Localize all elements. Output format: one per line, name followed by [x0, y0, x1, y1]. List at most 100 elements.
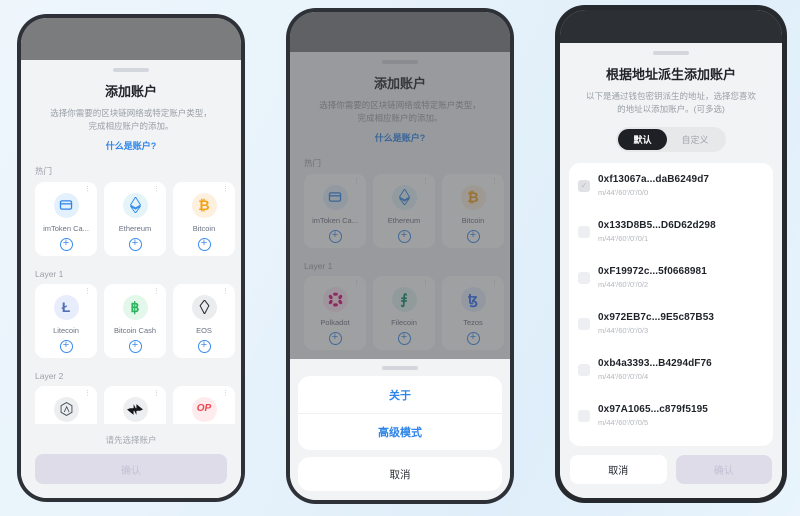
list-item[interactable]: 0xb4a3393...B4294dF76 m/44'/60'/0'/0/4 [569, 347, 773, 393]
checkbox-icon[interactable] [578, 225, 590, 238]
add-account-button[interactable]: + [128, 339, 142, 353]
action-sheet-grab-handle[interactable] [382, 366, 418, 370]
arbitrum-icon [53, 396, 79, 422]
add-account-button[interactable]: + [197, 237, 211, 251]
add-account-button[interactable]: + [128, 237, 142, 251]
address-hash: 0x97A1065...c879f5195 [598, 404, 708, 415]
more-options-icon[interactable]: ⋮ [84, 288, 91, 295]
optimism-icon: OP [191, 396, 217, 422]
checkbox-icon[interactable] [578, 317, 590, 330]
derivation-mode-switch: 默认 自定义 [560, 126, 782, 152]
chain-card-ethereum[interactable]: ⋮ Ethereum + [104, 181, 166, 256]
group-label-layer2: Layer 2 [35, 370, 64, 381]
segmented-control: 默认 自定义 [616, 126, 726, 152]
address-list[interactable]: ✓ 0xf13067a...daB6249d7 m/44'/60'/0'/0/0… [569, 162, 773, 446]
chain-card-imtoken[interactable]: ⋮ imToken Ca... + [35, 181, 97, 256]
chain-name: Bitcoin [192, 223, 216, 233]
eos-icon [191, 294, 217, 320]
confirm-button[interactable]: 确认 [675, 455, 772, 484]
chain-name: Ethereum [118, 223, 152, 233]
phone-mockup-3: 根据地址派生添加账户 以下是通过钱包密钥派生的地址，选择您喜欢的地址以添加账户。… [555, 5, 787, 503]
more-options-icon[interactable]: ⋮ [153, 288, 160, 295]
sheet-grab-handle[interactable] [113, 68, 149, 72]
segment-default[interactable]: 默认 [618, 128, 667, 150]
zksync-icon [122, 396, 148, 422]
derivation-path: m/44'/60'/0'/0/0 [598, 188, 649, 197]
more-options-icon[interactable]: ⋮ [222, 186, 229, 193]
phone1-sheet-footer: 请先选择账户 确认 [21, 424, 241, 498]
address-hash: 0x972EB7c...9E5c87B53 [598, 312, 715, 323]
action-sheet: 关于 高级模式 取消 [290, 359, 510, 500]
sheet-grab-handle[interactable] [653, 51, 689, 55]
chain-card-row-layer2: ⋮ Arbitrum + ⋮ zkSync [21, 385, 241, 424]
more-options-icon[interactable]: ⋮ [84, 186, 91, 193]
derivation-path: m/44'/60'/0'/0/2 [598, 280, 649, 289]
chain-card-row-layer1: ⋮ Ł Litecoin + ⋮ ฿ Bitcoin Cash + ⋮ EOS … [21, 283, 241, 358]
chain-name: imToken Ca... [43, 223, 89, 233]
checkbox-icon[interactable] [578, 271, 590, 284]
more-options-icon[interactable]: ⋮ [222, 288, 229, 295]
address-hash: 0xf13067a...daB6249d7 [598, 174, 710, 185]
more-options-icon[interactable]: ⋮ [153, 390, 160, 397]
list-item[interactable]: 0x97A1065...c879f5195 m/44'/60'/0'/0/5 [569, 393, 773, 439]
address-info: 0x97A1065...c879f5195 m/44'/60'/0'/0/5 [598, 404, 708, 427]
page-title: 添加账户 [104, 84, 157, 99]
chain-card-litecoin[interactable]: ⋮ Ł Litecoin + [35, 283, 97, 358]
list-item[interactable]: 0x133D8B5...D6D62d298 m/44'/60'/0'/0/1 [569, 209, 773, 255]
list-item[interactable]: 0xF19972c...5f0668981 m/44'/60'/0'/0/2 [569, 255, 773, 301]
phone3-derive-account-sheet: 根据地址派生添加账户 以下是通过钱包密钥派生的地址，选择您喜欢的地址以添加账户。… [560, 43, 782, 498]
cancel-button[interactable]: 取消 [570, 455, 667, 484]
list-item[interactable]: ✓ 0xf13067a...daB6249d7 m/44'/60'/0'/0/0 [569, 163, 773, 209]
confirm-button[interactable]: 确认 [35, 454, 227, 484]
address-info: 0x133D8B5...D6D62d298 m/44'/60'/0'/0/1 [598, 220, 716, 243]
action-sheet-cancel-button[interactable]: 取消 [298, 457, 502, 491]
phone-mockup-2: 添加账户 选择你需要的区块链网络或特定账户类型，完成相应账户的添加。 什么是账户… [286, 8, 514, 504]
more-options-icon[interactable]: ⋮ [153, 186, 160, 193]
action-sheet-item-advanced-mode[interactable]: 高级模式 [298, 413, 502, 450]
phone1-chain-scroll[interactable]: 热门 ⋮ imToken Ca... + ⋮ Ethereum + ⋮ ₿ Bi… [21, 152, 241, 424]
checkbox-icon[interactable] [578, 409, 590, 422]
group-label-hot: 热门 [35, 165, 53, 176]
select-account-hint: 请先选择账户 [105, 435, 157, 445]
derivation-path: m/44'/60'/0'/0/4 [598, 372, 649, 381]
phone1-dimmed-backdrop [21, 18, 241, 60]
chain-card-arbitrum[interactable]: ⋮ Arbitrum + [35, 385, 97, 424]
what-is-account-link[interactable]: 什么是账户? [21, 139, 241, 152]
chain-name: EOS [196, 325, 212, 335]
action-sheet-options: 关于 高级模式 [298, 376, 502, 450]
add-account-button[interactable]: + [197, 339, 211, 353]
address-hash: 0xb4a3393...B4294dF76 [598, 358, 712, 369]
page-subtitle: 选择你需要的区块链网络或特定账户类型，完成相应账户的添加。 [50, 108, 212, 131]
ethereum-icon [122, 192, 148, 218]
chain-name: Litecoin [53, 325, 79, 335]
address-hash: 0xF19972c...5f0668981 [598, 266, 707, 277]
address-info: 0xF19972c...5f0668981 m/44'/60'/0'/0/2 [598, 266, 707, 289]
more-options-icon[interactable]: ⋮ [84, 390, 91, 397]
action-sheet-item-about[interactable]: 关于 [298, 376, 502, 413]
list-item[interactable]: 0x972EB7c...9E5c87B53 m/44'/60'/0'/0/3 [569, 301, 773, 347]
chain-card-eos[interactable]: ⋮ EOS + [173, 283, 235, 358]
address-info: 0xb4a3393...B4294dF76 m/44'/60'/0'/0/4 [598, 358, 712, 381]
chain-card-zksync[interactable]: ⋮ zkSync + [104, 385, 166, 424]
checkbox-checked-icon[interactable]: ✓ [578, 179, 590, 192]
add-account-button[interactable]: + [59, 237, 73, 251]
address-info: 0x972EB7c...9E5c87B53 m/44'/60'/0'/0/3 [598, 312, 714, 335]
litecoin-icon: Ł [53, 294, 79, 320]
phone2-screen: 添加账户 选择你需要的区块链网络或特定账户类型，完成相应账户的添加。 什么是账户… [290, 12, 510, 500]
phone3-dimmed-backdrop [560, 10, 782, 43]
chain-card-bitcoin[interactable]: ⋮ ₿ Bitcoin + [173, 181, 235, 256]
derivation-path: m/44'/60'/0'/0/3 [598, 326, 649, 335]
chain-card-bitcoin-cash[interactable]: ⋮ ฿ Bitcoin Cash + [104, 283, 166, 358]
phone1-screen: 添加账户 选择你需要的区块链网络或特定账户类型，完成相应账户的添加。 什么是账户… [21, 18, 241, 498]
phone1-add-account-sheet: 添加账户 选择你需要的区块链网络或特定账户类型，完成相应账户的添加。 什么是账户… [21, 60, 241, 498]
group-label-layer1: Layer 1 [35, 268, 64, 279]
bitcoin-cash-icon: ฿ [122, 294, 148, 320]
add-account-button[interactable]: + [59, 339, 73, 353]
more-options-icon[interactable]: ⋮ [222, 390, 229, 397]
chain-card-optimism[interactable]: ⋮ OP Optimism + [173, 385, 235, 424]
card-icon [53, 192, 79, 218]
page-subtitle: 以下是通过钱包密钥派生的地址，选择您喜欢的地址以添加账户。(可多选) [586, 91, 757, 114]
derivation-path: m/44'/60'/0'/0/1 [598, 234, 649, 243]
checkbox-icon[interactable] [578, 363, 590, 376]
segment-custom[interactable]: 自定义 [667, 129, 724, 150]
